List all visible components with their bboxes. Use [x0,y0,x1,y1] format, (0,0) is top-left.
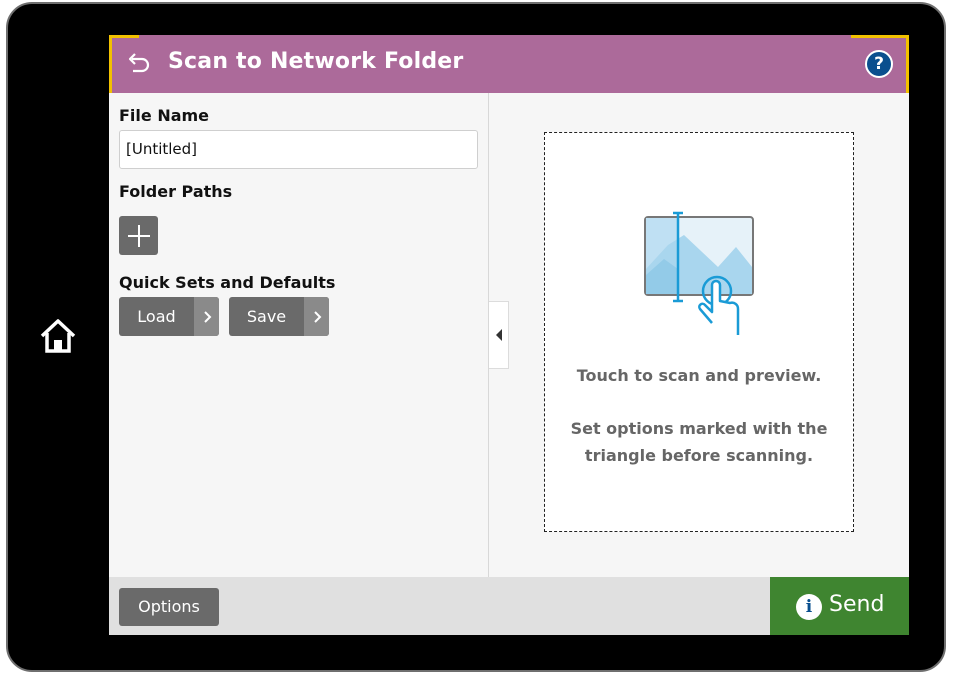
send-label: Send [829,592,885,617]
file-name-label: File Name [119,106,210,125]
corner-accent [109,35,139,38]
footer-bar: Options i Send [109,577,909,635]
chevron-right-icon [194,297,219,336]
corner-accent [109,35,112,93]
settings-pane: File Name [Untitled] Folder Paths Quick … [109,93,489,577]
home-button[interactable] [38,316,78,356]
triangle-left-icon [495,329,502,341]
chevron-right-icon [304,297,329,336]
preview-instruction: Touch to scan and preview. [576,366,822,385]
scan-preview-icon [644,211,754,335]
info-icon: i [796,594,822,620]
help-button[interactable]: ? [865,50,893,78]
help-icon: ? [874,54,884,74]
load-label: Load [137,307,176,326]
file-name-input[interactable]: [Untitled] [119,130,478,169]
preview-note-line2: triangle before scanning. [584,446,814,465]
page-title: Scan to Network Folder [168,49,464,74]
preview-note-line1: Set options marked with the [570,419,828,438]
back-button[interactable] [123,49,153,79]
preview-pane: Touch to scan and preview. Set options m… [489,93,909,577]
options-button[interactable]: Options [119,588,219,626]
header-bar: Scan to Network Folder ? [109,35,909,93]
save-button[interactable]: Save [229,297,329,336]
back-arrow-icon [128,53,150,73]
add-folder-path-button[interactable] [119,216,158,255]
quick-sets-label: Quick Sets and Defaults [119,273,336,292]
scan-preview-area[interactable]: Touch to scan and preview. Set options m… [544,132,854,532]
save-label: Save [246,307,287,326]
home-icon [40,319,76,353]
plus-icon [127,224,150,247]
corner-accent [851,35,909,38]
load-button[interactable]: Load [119,297,219,336]
send-button[interactable]: i Send [770,577,909,635]
folder-paths-label: Folder Paths [119,182,233,201]
corner-accent [906,35,909,93]
collapse-pane-toggle[interactable] [489,301,509,369]
printer-screen: Scan to Network Folder ? File Name [Unti… [109,35,909,635]
